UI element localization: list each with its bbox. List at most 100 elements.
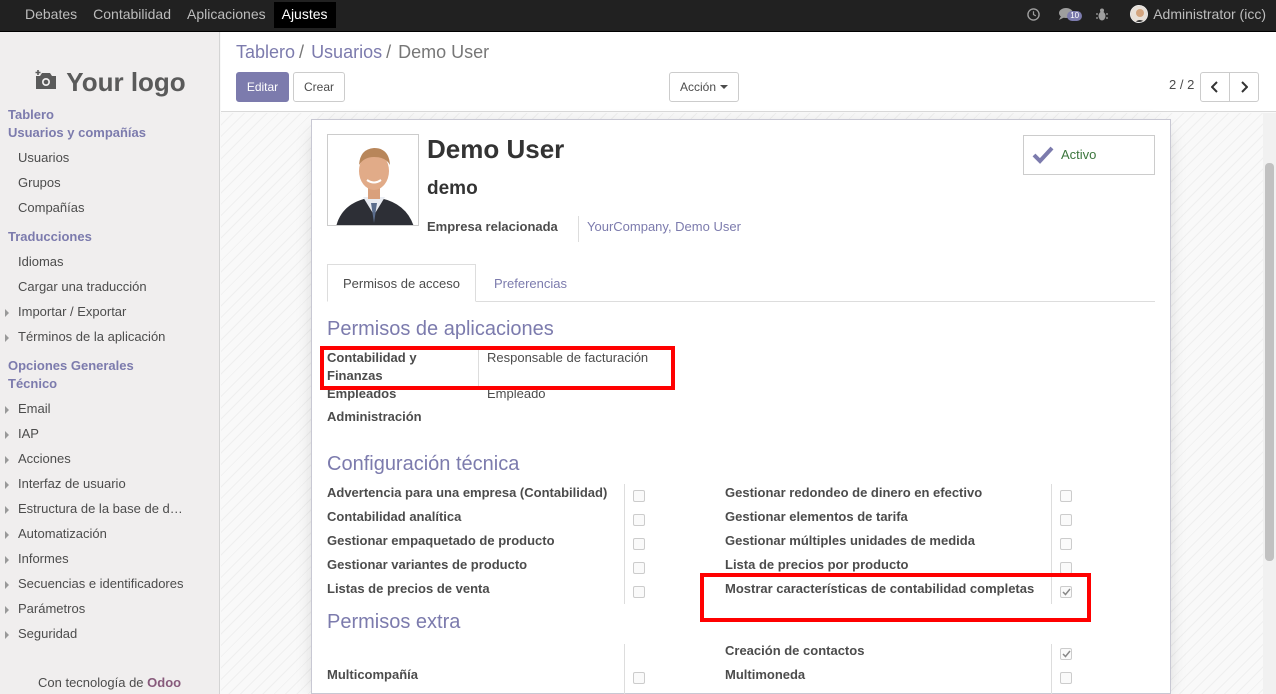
sidebar-item-informes[interactable]: Informes <box>18 551 69 566</box>
tech-label-advertencia: Advertencia para una empresa (Contabilid… <box>327 485 608 500</box>
user-menu[interactable]: Administrator (icc) <box>1130 5 1266 23</box>
extra-label-multicompania: Multicompañía <box>327 667 419 682</box>
related-company-link[interactable]: YourCompany, Demo User <box>587 219 741 234</box>
powered-prefix: Con tecnología de <box>38 675 144 690</box>
pager-next-button[interactable] <box>1229 72 1259 102</box>
pager-previous-button[interactable] <box>1200 72 1230 102</box>
caret-right-icon <box>5 334 9 342</box>
app-menu: Debates Contabilidad Aplicaciones Ajuste… <box>17 0 336 32</box>
sidebar-item-acciones[interactable]: Acciones <box>18 451 71 466</box>
tab-preferencias[interactable]: Preferencias <box>477 264 584 302</box>
section-title-permisos-aplicaciones: Permisos de aplicaciones <box>327 318 554 340</box>
caret-right-icon <box>5 506 9 514</box>
sidebar-item-iap[interactable]: IAP <box>18 426 39 441</box>
checkbox-listas-venta[interactable] <box>633 586 645 598</box>
tech-label-redondeo: Gestionar redondeo de dinero en efectivo <box>725 485 983 500</box>
sidebar-head-opciones[interactable]: Opciones Generales <box>8 358 134 373</box>
checkbox-multicompania[interactable] <box>633 672 645 684</box>
active-toggle-button[interactable]: Activo <box>1023 135 1155 175</box>
check-icon <box>1032 146 1054 164</box>
sidebar-item-email[interactable]: Email <box>18 401 51 416</box>
field-divider <box>1051 644 1052 694</box>
check-icon <box>1061 650 1071 658</box>
sidebar-head-traducciones[interactable]: Traducciones <box>8 229 92 244</box>
sidebar-head-usuarios[interactable]: Usuarios y compañías <box>8 125 146 140</box>
action-dropdown[interactable]: Acción <box>669 72 739 102</box>
menu-ajustes[interactable]: Ajustes <box>273 2 336 28</box>
breadcrumb: Tablero / Usuarios / Demo User <box>236 42 490 63</box>
sidebar-head-tablero[interactable]: Tablero <box>8 107 54 122</box>
caret-right-icon <box>5 556 9 564</box>
user-avatar <box>1130 5 1149 23</box>
tech-label-unidades: Gestionar múltiples unidades de medida <box>725 533 975 548</box>
caret-right-icon <box>5 481 9 489</box>
extra-label-multimoneda: Multimoneda <box>725 667 806 682</box>
breadcrumb-tablero[interactable]: Tablero <box>236 42 295 63</box>
menu-debates[interactable]: Debates <box>17 0 85 32</box>
field-divider <box>624 644 625 694</box>
user-login[interactable]: demo <box>427 178 478 200</box>
sidebar: Your logo Tablero Usuarios y compañías U… <box>0 32 220 694</box>
tech-label-tarifa: Gestionar elementos de tarifa <box>725 509 908 524</box>
sidebar-item-interfaz[interactable]: Interfaz de usuario <box>18 476 126 491</box>
sidebar-head-tecnico[interactable]: Técnico <box>8 376 57 391</box>
sidebar-item-parametros[interactable]: Parámetros <box>18 601 85 616</box>
highlight-box-contabilidad <box>320 346 675 390</box>
caret-right-icon <box>5 631 9 639</box>
messages-icon[interactable]: 10 <box>1058 7 1083 21</box>
field-label-administracion: Administración <box>327 409 422 424</box>
checkbox-variantes[interactable] <box>633 562 645 574</box>
vertical-scrollbar[interactable] <box>1263 113 1276 694</box>
chevron-right-icon <box>1241 81 1248 93</box>
sidebar-item-secuencias[interactable]: Secuencias e identificadores <box>18 576 184 591</box>
breadcrumb-current: Demo User <box>398 42 490 62</box>
checkbox-multimoneda[interactable] <box>1060 672 1072 684</box>
create-button[interactable]: Crear <box>293 72 345 102</box>
tab-permisos-acceso[interactable]: Permisos de acceso <box>327 264 476 302</box>
tech-label-listas-venta: Listas de precios de venta <box>327 581 490 596</box>
user-photo[interactable] <box>327 134 419 226</box>
field-divider <box>624 484 625 604</box>
sidebar-item-terminos[interactable]: Términos de la aplicación <box>18 329 165 344</box>
sidebar-item-usuarios[interactable]: Usuarios <box>18 150 69 165</box>
messages-count-badge: 10 <box>1067 11 1083 21</box>
powered-by: Con tecnología de Odoo <box>38 675 181 690</box>
activity-clock-icon[interactable] <box>1027 7 1040 21</box>
user-name-title[interactable]: Demo User <box>427 134 564 165</box>
caret-right-icon <box>5 406 9 414</box>
odoo-link[interactable]: Odoo <box>147 675 181 690</box>
checkbox-advertencia[interactable] <box>633 490 645 502</box>
caret-right-icon <box>5 431 9 439</box>
menu-aplicaciones[interactable]: Aplicaciones <box>179 0 274 32</box>
sidebar-item-importar[interactable]: Importar / Exportar <box>18 304 126 319</box>
checkbox-empaquetado[interactable] <box>633 538 645 550</box>
camera-icon <box>34 67 58 98</box>
sidebar-item-estructura[interactable]: Estructura de la base de d… <box>18 501 183 516</box>
sidebar-item-automatizacion[interactable]: Automatización <box>18 526 107 541</box>
tech-label-analitica: Contabilidad analítica <box>327 509 462 524</box>
pager-value: 2 / 2 <box>1169 77 1195 92</box>
sidebar-item-idiomas[interactable]: Idiomas <box>18 254 64 269</box>
scrollbar-thumb[interactable] <box>1265 163 1274 561</box>
sidebar-item-companias[interactable]: Compañías <box>18 200 84 215</box>
tech-label-lista-producto: Lista de precios por producto <box>725 557 909 572</box>
menu-contabilidad[interactable]: Contabilidad <box>85 0 179 32</box>
active-label: Activo <box>1061 147 1097 162</box>
breadcrumb-usuarios[interactable]: Usuarios <box>311 42 382 63</box>
caret-right-icon <box>5 581 9 589</box>
checkbox-redondeo[interactable] <box>1060 490 1072 502</box>
checkbox-tarifa[interactable] <box>1060 514 1072 526</box>
sidebar-item-seguridad[interactable]: Seguridad <box>18 626 77 641</box>
sidebar-item-cargar[interactable]: Cargar una traducción <box>18 279 147 294</box>
caret-right-icon <box>5 606 9 614</box>
checkbox-unidades[interactable] <box>1060 538 1072 550</box>
caret-right-icon <box>5 456 9 464</box>
user-name: Administrator (icc) <box>1153 6 1266 22</box>
tech-label-empaquetado: Gestionar empaquetado de producto <box>327 533 555 548</box>
field-divider <box>578 216 579 242</box>
debug-bug-icon[interactable] <box>1096 8 1109 21</box>
edit-button[interactable]: Editar <box>236 72 289 102</box>
checkbox-analitica[interactable] <box>633 514 645 526</box>
checkbox-contactos[interactable] <box>1060 648 1072 660</box>
sidebar-item-grupos[interactable]: Grupos <box>18 175 61 190</box>
